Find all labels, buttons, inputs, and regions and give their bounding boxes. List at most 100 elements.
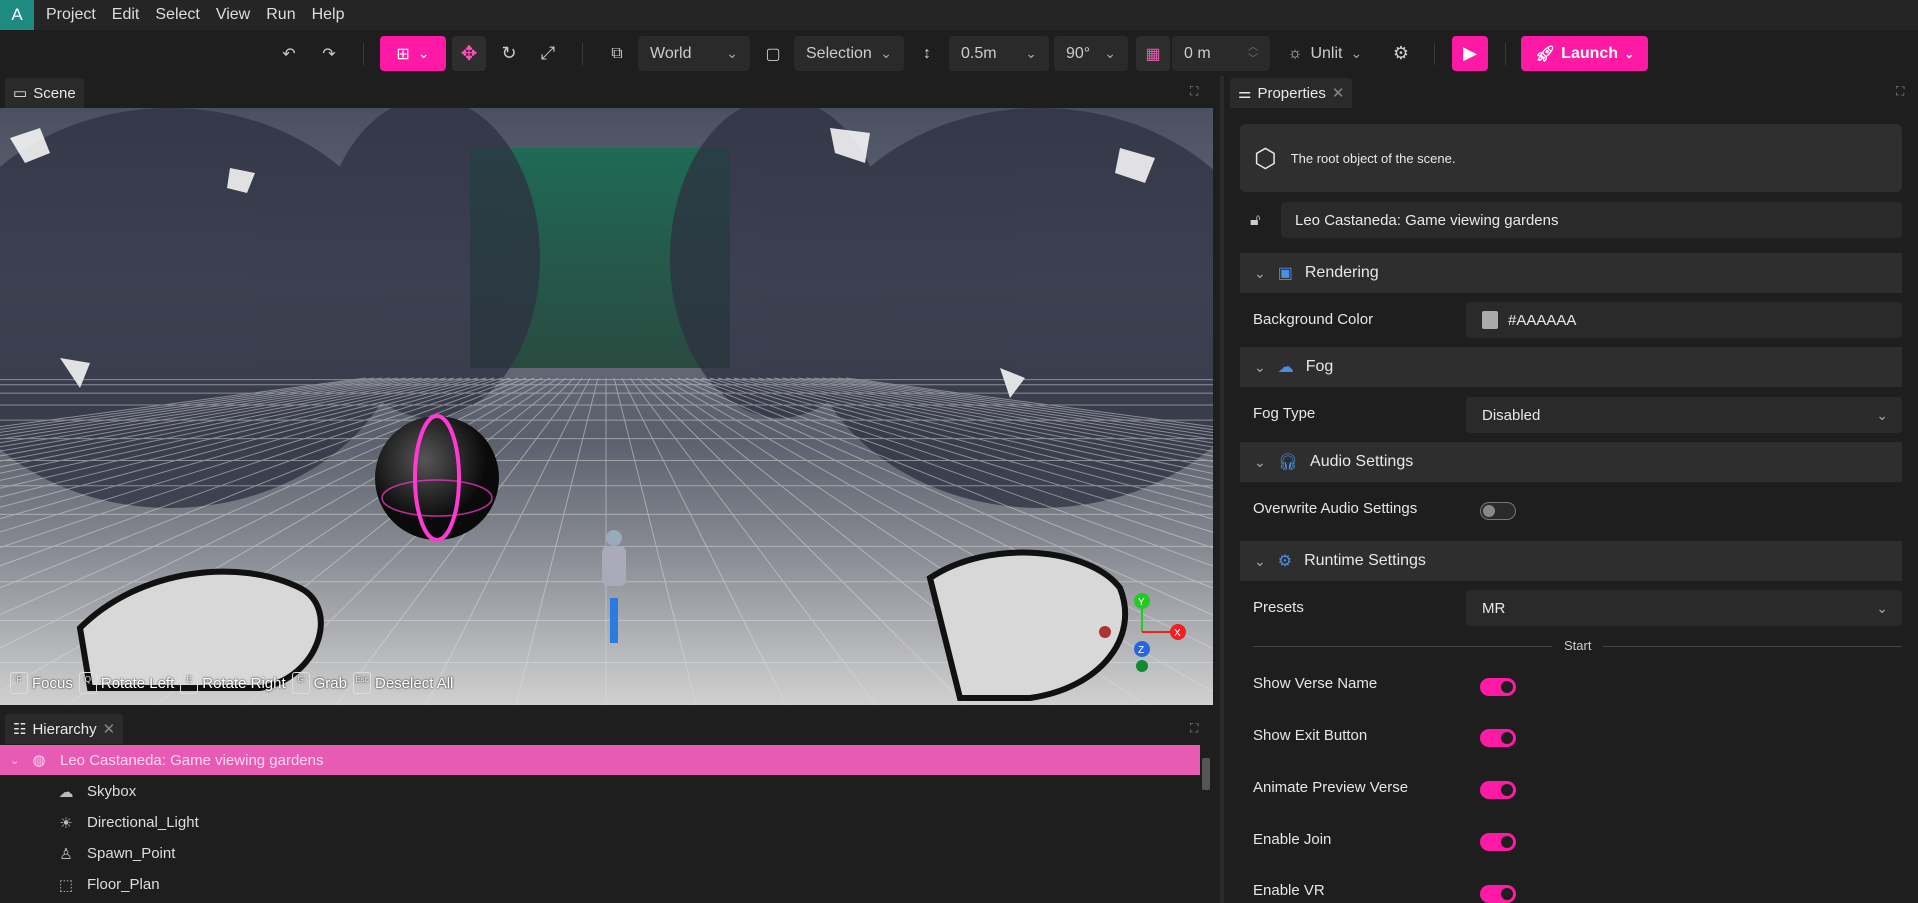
play-icon: ▶ bbox=[1463, 43, 1477, 63]
scene-viewport[interactable]: Y X Z F Focus Q Rotate Left E Rotate Right … bbox=[0, 108, 1213, 705]
presets-value: MR bbox=[1482, 599, 1506, 617]
item-label: Spawn_Point bbox=[87, 845, 176, 862]
chevron-down-icon: ⌄ bbox=[1254, 264, 1266, 281]
section-fog[interactable]: ⌄ ☁ Fog bbox=[1240, 347, 1902, 387]
hint-grab: G Grab bbox=[291, 672, 347, 694]
app-logo[interactable]: A bbox=[0, 0, 34, 30]
gear-icon[interactable]: ⚙ bbox=[1388, 36, 1414, 71]
name-value: Leo Castaneda: Game viewing gardens bbox=[1295, 211, 1559, 229]
chevron-down-icon: ⌄ bbox=[1876, 406, 1888, 423]
light-icon: ☀ bbox=[59, 814, 73, 832]
grid-height-input[interactable]: 0 m ︿ ﹀ bbox=[1172, 36, 1270, 71]
undo-icon[interactable]: ↶ bbox=[276, 36, 302, 71]
animate-preview-verse-toggle[interactable] bbox=[1480, 781, 1516, 799]
redo-icon[interactable]: ↷ bbox=[316, 36, 342, 71]
hierarchy-item-floor-plan[interactable]: ⬚ Floor_Plan bbox=[0, 869, 1200, 900]
headphones-icon: 🎧︎ bbox=[1277, 454, 1299, 471]
description-box: ⬡ The root object of the scene. bbox=[1240, 124, 1902, 192]
shortcut-hints: F Focus Q Rotate Left E Rotate Right G Grab … bbox=[10, 672, 459, 694]
background-color-field[interactable]: #AAAAAA bbox=[1466, 302, 1902, 338]
overwrite-audio-toggle[interactable] bbox=[1480, 502, 1516, 520]
divider bbox=[363, 43, 364, 65]
enable-join-label: Enable Join bbox=[1253, 831, 1332, 848]
hierarchy-item-directional-light[interactable]: ☀ Directional_Light bbox=[0, 807, 1200, 838]
key-icon: G bbox=[291, 672, 310, 694]
space-dropdown[interactable]: World ⌄ bbox=[638, 36, 750, 71]
launch-button[interactable]: 🚀︎ Launch ⌄ bbox=[1521, 36, 1648, 71]
menu-view[interactable]: View bbox=[208, 6, 258, 24]
overwrite-audio-label: Overwrite Audio Settings bbox=[1253, 500, 1418, 517]
chevron-down-icon: ⌄ bbox=[1876, 599, 1888, 616]
close-icon[interactable]: ✕ bbox=[1332, 84, 1345, 102]
tab-label: Scene bbox=[33, 84, 76, 102]
enable-vr-label: Enable VR bbox=[1253, 882, 1325, 899]
enable-join-toggle[interactable] bbox=[1480, 833, 1516, 851]
maximize-icon[interactable]: ⛶ bbox=[1896, 84, 1904, 99]
play-button[interactable]: ▶ bbox=[1452, 36, 1488, 71]
panel-splitter[interactable] bbox=[1220, 76, 1224, 903]
chevron-down-icon: ⌄ bbox=[726, 45, 738, 61]
menu-run[interactable]: Run bbox=[258, 6, 303, 24]
chevron-down-icon: ⌄ bbox=[1624, 46, 1635, 61]
item-label: Floor_Plan bbox=[87, 876, 160, 893]
rotate-tool-icon[interactable]: ↻ bbox=[496, 36, 522, 71]
chevron-down-icon[interactable]: ⌄ bbox=[10, 754, 30, 767]
cloud-icon: ☁ bbox=[1277, 359, 1294, 376]
scale-tool-icon[interactable]: ⤢ bbox=[535, 36, 561, 71]
pivot-value: Selection bbox=[806, 44, 872, 62]
menu-help[interactable]: Help bbox=[304, 6, 353, 24]
close-icon[interactable]: ✕ bbox=[103, 720, 116, 738]
hint-label: Deselect All bbox=[375, 674, 454, 692]
stepper-icon[interactable]: ︿ ﹀ bbox=[1248, 42, 1258, 66]
chevron-down-icon: ⌄ bbox=[1254, 453, 1266, 470]
show-verse-name-toggle[interactable] bbox=[1480, 678, 1516, 696]
presets-select[interactable]: MR ⌄ bbox=[1466, 590, 1902, 626]
bounds-icon: ▢ bbox=[765, 45, 781, 63]
start-divider-label: Start bbox=[1552, 638, 1604, 653]
cloud-sun-icon: ☁ bbox=[58, 783, 74, 801]
hierarchy-scrollbar[interactable] bbox=[1202, 758, 1210, 790]
section-audio[interactable]: ⌄ 🎧︎ Audio Settings bbox=[1240, 442, 1902, 482]
maximize-icon[interactable]: ⛶ bbox=[1190, 721, 1198, 736]
grid-toggle-icon[interactable]: ▦ bbox=[1136, 36, 1170, 71]
move-tool-icon[interactable]: ✥ bbox=[452, 36, 486, 71]
unlock-icon[interactable]: 🔓︎ bbox=[1250, 212, 1260, 230]
section-title: Audio Settings bbox=[1310, 453, 1414, 470]
rocket-icon: 🚀︎ bbox=[1534, 45, 1556, 63]
hierarchy-icon: ☷ bbox=[13, 721, 27, 738]
scene-render: Y X Z bbox=[0, 108, 1213, 705]
menu-select[interactable]: Select bbox=[147, 6, 207, 24]
section-runtime[interactable]: ⌄ ⚙ Runtime Settings bbox=[1240, 541, 1902, 581]
color-swatch[interactable] bbox=[1482, 311, 1498, 329]
tab-scene[interactable]: ▭ Scene bbox=[5, 78, 84, 108]
maximize-icon[interactable]: ⛶ bbox=[1190, 84, 1198, 99]
menu-project[interactable]: Project bbox=[38, 6, 104, 24]
hint-label: Rotate Right bbox=[202, 674, 286, 692]
cube-icon: ⬡ bbox=[1254, 142, 1277, 173]
menu-edit[interactable]: Edit bbox=[104, 6, 148, 24]
rotate-snap-dropdown[interactable]: 90° ⌄ bbox=[1054, 36, 1128, 71]
tool-mode-button[interactable]: ⊞ ⌄ bbox=[380, 36, 446, 71]
tab-label: Hierarchy bbox=[32, 720, 97, 738]
fog-type-value: Disabled bbox=[1482, 406, 1541, 424]
tab-hierarchy[interactable]: ☷ Hierarchy ✕ bbox=[5, 714, 124, 744]
fog-type-select[interactable]: Disabled ⌄ bbox=[1466, 397, 1902, 433]
hierarchy-item-skybox[interactable]: ☁ Skybox bbox=[0, 776, 1200, 807]
hierarchy-root-item[interactable]: ⌄ ◍ Leo Castaneda: Game viewing gardens bbox=[0, 745, 1200, 775]
move-snap-value: 0.5m bbox=[961, 44, 997, 62]
presets-label: Presets bbox=[1253, 599, 1304, 616]
lighting-dropdown[interactable]: ☼ Unlit ⌄ bbox=[1282, 36, 1368, 71]
hierarchy-item-spawn-point[interactable]: ♙ Spawn_Point bbox=[0, 838, 1200, 869]
divider bbox=[1505, 43, 1506, 65]
pivot-dropdown[interactable]: Selection ⌄ bbox=[794, 36, 904, 71]
section-title: Fog bbox=[1305, 358, 1334, 375]
menu-bar: A Project Edit Select View Run Help bbox=[0, 0, 1918, 30]
hint-rotate-right: E Rotate Right bbox=[180, 672, 286, 694]
background-color-label: Background Color bbox=[1253, 311, 1374, 328]
section-rendering[interactable]: ⌄ ▣ Rendering bbox=[1240, 253, 1902, 293]
show-exit-button-toggle[interactable] bbox=[1480, 729, 1516, 747]
enable-vr-toggle[interactable] bbox=[1480, 885, 1516, 903]
name-input[interactable]: Leo Castaneda: Game viewing gardens bbox=[1281, 202, 1902, 238]
move-snap-dropdown[interactable]: 0.5m ⌄ bbox=[949, 36, 1049, 71]
tab-properties[interactable]: ⚌ Properties ✕ bbox=[1230, 78, 1353, 108]
